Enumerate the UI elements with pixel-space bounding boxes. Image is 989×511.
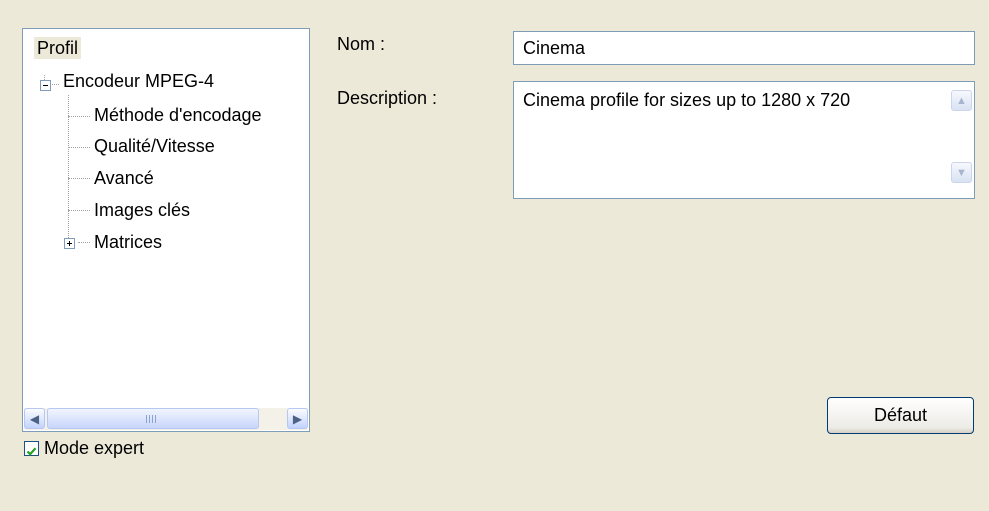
profile-tree[interactable]: Profil Encodeur MPEG-4 Méthode d'encodag…: [22, 28, 310, 432]
expert-mode-checkbox[interactable]: [24, 441, 39, 456]
tree-connector: [78, 242, 90, 243]
name-label: Nom :: [337, 34, 386, 54]
tree-item-profil[interactable]: Profil: [34, 37, 82, 59]
default-button[interactable]: Défaut: [827, 397, 974, 434]
tree-connector: [68, 116, 90, 117]
tree-item-quality-speed[interactable]: Qualité/Vitesse: [94, 135, 215, 157]
scroll-up-icon[interactable]: ▲: [951, 90, 972, 111]
tree-item-matrices[interactable]: Matrices: [94, 231, 162, 253]
scroll-thumb[interactable]: [47, 408, 259, 429]
scroll-down-icon[interactable]: ▼: [951, 162, 972, 183]
description-textarea[interactable]: Cinema profile for sizes up to 1280 x 72…: [513, 81, 975, 199]
scroll-right-icon[interactable]: ▶: [287, 408, 308, 429]
expert-mode-label: Mode expert: [44, 438, 145, 458]
tree-connector: [68, 147, 90, 148]
tree-item-encoder[interactable]: Encodeur MPEG-4: [63, 70, 214, 92]
description-label: Description :: [337, 88, 438, 108]
tree-horizontal-scrollbar[interactable]: ◀ ▶: [24, 408, 308, 430]
scroll-left-icon[interactable]: ◀: [24, 408, 45, 429]
tree-connector: [68, 210, 90, 211]
tree-connector: [68, 95, 69, 242]
expand-icon[interactable]: [64, 238, 75, 249]
tree-item-advanced[interactable]: Avancé: [94, 167, 154, 189]
tree-item-encoding-method[interactable]: Méthode d'encodage: [94, 104, 262, 126]
name-input-value: Cinema: [523, 38, 586, 58]
tree-connector: [68, 178, 90, 179]
description-textarea-value: Cinema profile for sizes up to 1280 x 72…: [523, 90, 851, 110]
name-input[interactable]: Cinema: [513, 31, 975, 65]
collapse-icon[interactable]: [40, 80, 51, 91]
tree-item-keyframes[interactable]: Images clés: [94, 199, 190, 221]
check-icon: [26, 447, 37, 456]
